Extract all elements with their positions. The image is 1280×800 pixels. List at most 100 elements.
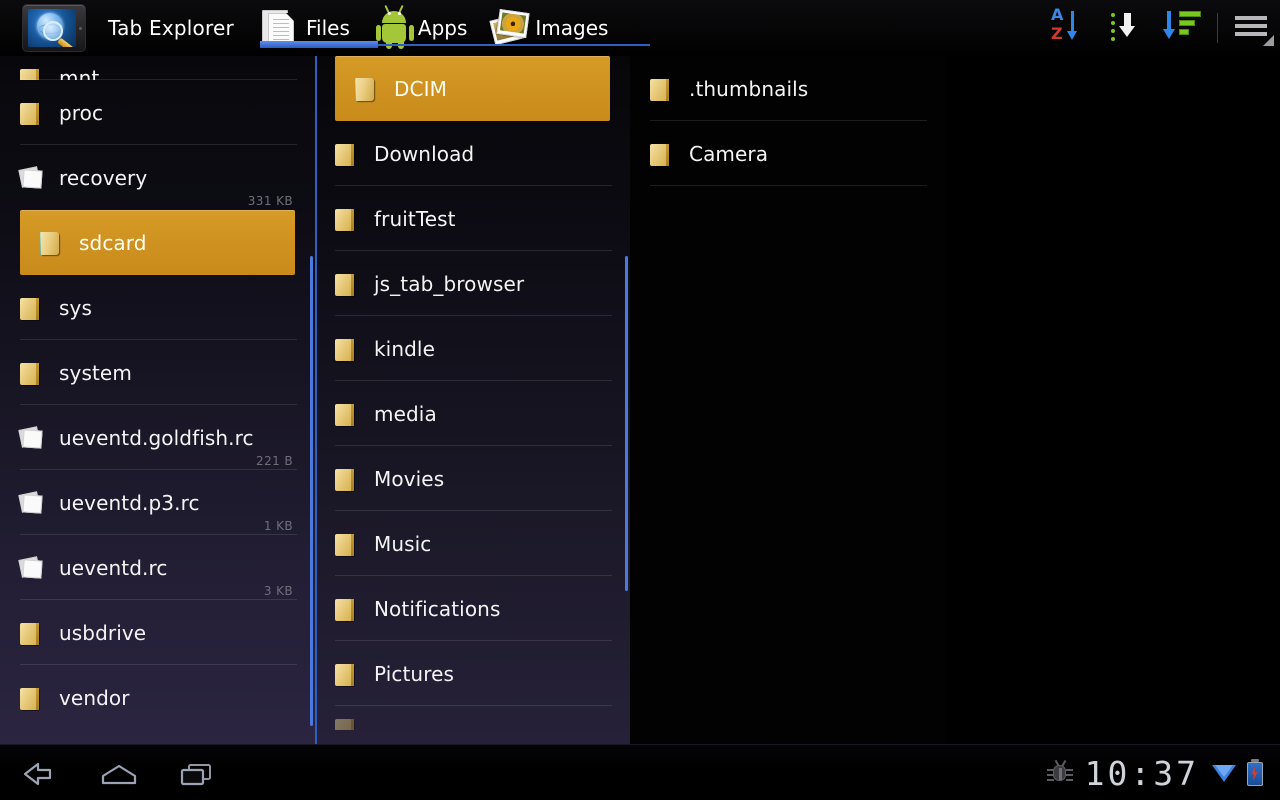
list-item[interactable]: ueventd.p3.rc 1 KB [0,470,315,535]
tab-apps[interactable]: Apps [370,0,488,56]
tablet-magnifier-icon [22,4,86,52]
folder-icon [335,336,357,362]
list-item[interactable]: Music [315,511,630,576]
list-item-label: kindle [374,336,435,361]
folder-icon [335,401,357,427]
list-item-label: sys [59,295,92,320]
file-size: 331 KB [247,194,293,208]
file-size: 221 B [256,454,293,468]
app-icon-screen [28,9,76,47]
list-item[interactable]: ueventd.rc 3 KB [0,535,315,600]
folder-icon [650,141,672,167]
system-navigation-bar: 10:37 [0,744,1280,800]
folder-icon [335,206,357,232]
android-robot-icon [372,7,418,49]
overflow-menu-icon[interactable] [1222,0,1280,56]
list-item[interactable] [315,706,630,730]
list-item[interactable]: Notifications [315,576,630,641]
list-item-label: recovery [59,165,148,190]
folder-icon [20,360,42,386]
list-item[interactable]: fruitTest [315,186,630,251]
sdcard-listing-column[interactable]: DCIM Download fruitTest js_tab_browser k [315,56,630,744]
file-icon [18,555,43,581]
sort-alphabetical-icon[interactable]: AZ [1039,0,1097,56]
file-explorer-window: Tab Explorer Files Apps Images A Z mnt p… [0,0,1280,800]
tab-files-label: Files [306,16,350,40]
action-bar-toolbar: AZ [1039,0,1280,56]
list-item-label: system [59,360,132,385]
list-item[interactable]: sys [0,275,315,340]
photos-sunflower-icon [489,7,535,49]
usb-debug-icon[interactable] [1045,758,1075,788]
list-item[interactable]: kindle [315,316,630,381]
list-item-label: sdcard [79,230,147,255]
list-item-label: proc [59,100,104,125]
list-item[interactable]: Download [315,121,630,186]
list-item-label: vendor [59,685,130,710]
tab-images-label: Images [535,16,609,40]
row-divider [650,185,927,186]
folder-icon [335,596,357,622]
list-item[interactable]: vendor [0,665,315,730]
list-item[interactable]: proc [0,80,315,145]
file-icon [18,425,43,451]
list-item[interactable]: Movies [315,446,630,511]
file-icon [18,165,43,191]
battery-charging-icon[interactable] [1246,759,1264,787]
list-item-label: ueventd.rc [59,555,168,580]
tab-indicator-line [260,41,650,48]
folder-icon [335,661,357,687]
vertical-scrollbar[interactable] [310,256,313,726]
list-item-label: Music [374,531,432,556]
list-item[interactable]: media [315,381,630,446]
tablet-button [79,27,82,30]
list-item[interactable]: recovery 331 KB [0,145,315,210]
folder-icon [335,716,357,730]
list-item-label: DCIM [394,76,447,101]
list-item[interactable]: system [0,340,315,405]
list-item-label: Movies [374,466,445,491]
vertical-scrollbar[interactable] [625,256,628,591]
navigation-buttons [0,745,234,800]
folder-icon [335,141,357,167]
list-item-label: media [374,401,437,426]
list-item[interactable]: mnt [0,56,315,80]
folder-icon [20,295,42,321]
list-item[interactable]: Camera [630,121,945,186]
list-item-label: Camera [689,141,769,166]
root-listing-column[interactable]: mnt proc recovery 331 KB sdcard sys syst… [0,56,315,744]
list-item[interactable]: usbdrive [0,600,315,665]
list-item[interactable]: .thumbnails [630,56,945,121]
list-item-label: usbdrive [59,620,147,645]
list-item-selected[interactable]: DCIM [335,56,610,121]
app-title: Tab Explorer [108,16,234,40]
folder-icon [335,466,357,492]
folder-icon [335,271,357,297]
list-item-selected[interactable]: sdcard [20,210,295,275]
back-icon[interactable] [0,745,78,800]
list-item-label: Notifications [374,596,501,621]
file-size: 1 KB [263,519,293,533]
list-item[interactable]: js_tab_browser [315,251,630,316]
status-clock[interactable]: 10:37 [1085,757,1199,790]
list-item-label: js_tab_browser [374,271,525,296]
wifi-icon[interactable] [1211,760,1237,786]
active-tab-indicator [260,41,378,48]
list-item-label: Pictures [374,661,454,686]
list-item[interactable]: ueventd.goldfish.rc 221 B [0,405,315,470]
empty-pane[interactable] [945,56,1280,744]
dcim-listing-column[interactable]: .thumbnails Camera [630,56,945,744]
sdcard-icon [40,230,62,256]
tab-images[interactable]: Images [487,0,628,56]
file-size: 3 KB [263,584,293,598]
home-icon[interactable] [78,745,156,800]
file-browser-columns: mnt proc recovery 331 KB sdcard sys syst… [0,56,1280,744]
sort-by-size-icon[interactable] [1155,0,1213,56]
status-icons-area: 10:37 [1045,745,1264,800]
list-item[interactable]: Pictures [315,641,630,706]
list-item-label: ueventd.goldfish.rc [59,425,254,450]
sort-download-icon[interactable] [1097,0,1155,56]
magnifier-handle-icon [57,37,75,47]
list-item-label: ueventd.p3.rc [59,490,200,515]
recent-apps-icon[interactable] [156,745,234,800]
